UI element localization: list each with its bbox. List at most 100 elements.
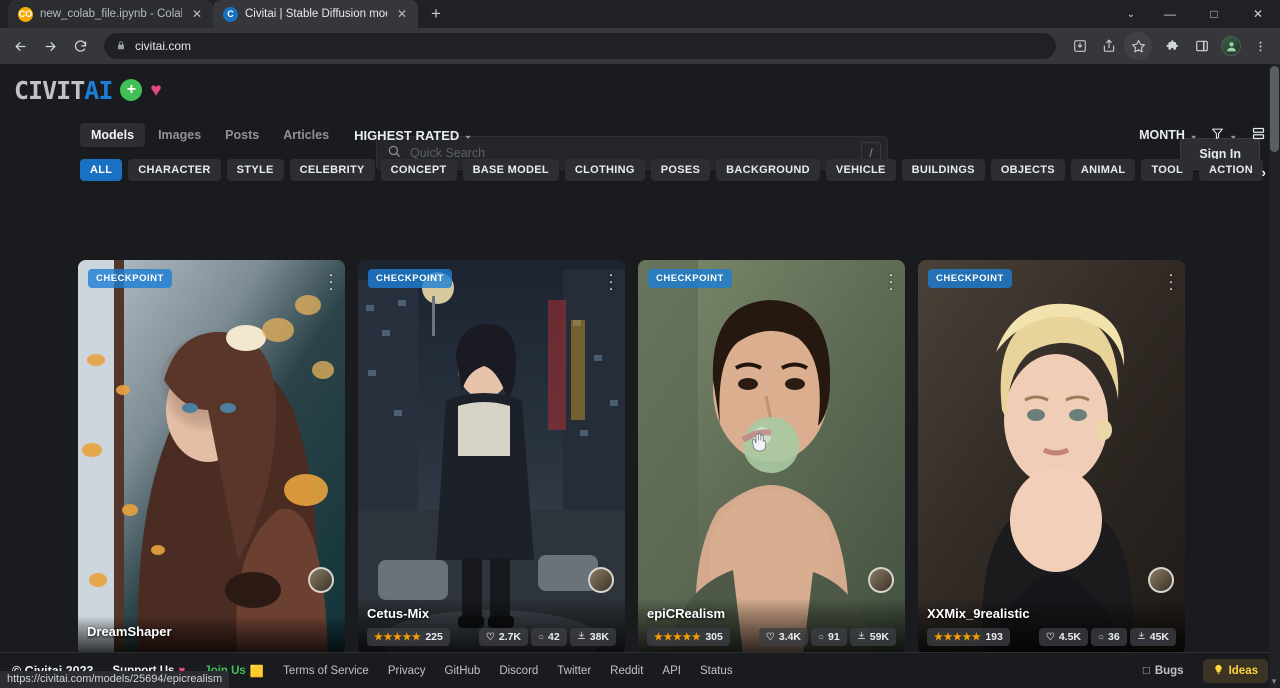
minimize-icon[interactable]: — — [1148, 0, 1192, 28]
scrollbar-thumb[interactable] — [1270, 66, 1279, 152]
footer-link-privacy[interactable]: Privacy — [388, 665, 426, 677]
chevron-down-icon: ⌄ — [464, 130, 472, 141]
filter-dropdown[interactable]: ⌄ — [1211, 127, 1237, 143]
comment-icon: ○ — [538, 632, 544, 643]
side-panel-icon[interactable] — [1188, 32, 1216, 60]
civitai-logo[interactable]: CIVITAI + ♥ — [14, 76, 162, 105]
avatar[interactable] — [1148, 567, 1174, 593]
chrome-menu-icon[interactable] — [1246, 32, 1274, 60]
content-nav-row: Models Images Posts Articles HIGHEST RAT… — [0, 116, 1280, 154]
tag-concept[interactable]: CONCEPT — [381, 159, 457, 181]
bug-icon: □ — [1143, 665, 1150, 677]
avatar[interactable] — [868, 567, 894, 593]
toolbar-right-icons — [1066, 32, 1274, 60]
badge-icon: 🟨 — [250, 664, 264, 678]
card-menu-icon[interactable]: ··· — [888, 271, 894, 292]
create-plus-icon[interactable]: + — [120, 79, 142, 101]
model-card[interactable]: CHECKPOINT ··· DreamShaper — [78, 260, 345, 655]
bugs-button[interactable]: □ Bugs — [1143, 665, 1184, 677]
comments-pill: ○ 36 — [1091, 628, 1127, 646]
tag-background[interactable]: BACKGROUND — [716, 159, 820, 181]
footer-link-terms[interactable]: Terms of Service — [283, 665, 369, 677]
tag-tool[interactable]: TOOL — [1141, 159, 1193, 181]
card-menu-icon[interactable]: ··· — [328, 271, 334, 292]
heart-icon[interactable]: ♥ — [150, 81, 161, 100]
extensions-puzzle-icon[interactable] — [1159, 32, 1187, 60]
tab-articles[interactable]: Articles — [272, 123, 340, 147]
card-artwork — [918, 260, 1185, 655]
likes-pill: ♡ 2.7K — [479, 628, 528, 646]
model-card[interactable]: CHECKPOINT ··· XXMix_9realistic ★★★★★ 19… — [918, 260, 1185, 655]
bookmark-star-icon[interactable] — [1124, 32, 1152, 60]
star-rating-icon: ★★★★★ — [654, 632, 701, 643]
tab-title: Civitai | Stable Diffusion models, — [245, 8, 387, 20]
avatar[interactable] — [588, 567, 614, 593]
footer-link-api[interactable]: API — [662, 665, 681, 677]
chevron-down-icon[interactable]: ▼ — [1270, 677, 1278, 686]
address-bar[interactable]: civitai.com — [104, 33, 1056, 59]
forward-icon[interactable] — [36, 32, 64, 60]
downloads-pill: 45K — [1130, 628, 1176, 646]
rating-count: 305 — [705, 631, 723, 643]
category-tag-row: ALL CHARACTER STYLE CELEBRITY CONCEPT BA… — [0, 154, 1280, 188]
browser-tab-colab[interactable]: CO new_colab_file.ipynb - Colaboratory ✕ — [8, 0, 213, 28]
tag-vehicle[interactable]: VEHICLE — [826, 159, 896, 181]
back-icon[interactable] — [6, 32, 34, 60]
card-menu-icon[interactable]: ··· — [1168, 271, 1174, 292]
reload-icon[interactable] — [66, 32, 94, 60]
footer-link-status[interactable]: Status — [700, 665, 733, 677]
footer-link-github[interactable]: GitHub — [445, 665, 481, 677]
period-dropdown[interactable]: MONTH ⌄ — [1139, 128, 1197, 142]
bugs-label: Bugs — [1155, 665, 1184, 677]
tag-buildings[interactable]: BUILDINGS — [902, 159, 985, 181]
tags-next-arrow-icon[interactable]: › — [1262, 165, 1266, 180]
period-label: MONTH — [1139, 128, 1185, 142]
browser-tab-civitai[interactable]: C Civitai | Stable Diffusion models, ✕ — [213, 0, 418, 28]
tag-base-model[interactable]: BASE MODEL — [463, 159, 559, 181]
footer-link-reddit[interactable]: Reddit — [610, 665, 643, 677]
tag-style[interactable]: STYLE — [227, 159, 284, 181]
tag-animal[interactable]: ANIMAL — [1071, 159, 1136, 181]
sort-dropdown[interactable]: HIGHEST RATED ⌄ — [354, 128, 472, 143]
tag-celebrity[interactable]: CELEBRITY — [290, 159, 375, 181]
footer-link-twitter[interactable]: Twitter — [557, 665, 591, 677]
tag-objects[interactable]: OBJECTS — [991, 159, 1065, 181]
close-icon[interactable]: ✕ — [394, 6, 410, 22]
downloads-pill: 59K — [850, 628, 896, 646]
maximize-icon[interactable]: □ — [1192, 0, 1236, 28]
close-icon[interactable]: ✕ — [189, 6, 205, 22]
tab-models[interactable]: Models — [80, 123, 145, 147]
heart-icon: ♡ — [1046, 632, 1055, 643]
tag-poses[interactable]: POSES — [651, 159, 710, 181]
card-menu-icon[interactable]: ··· — [608, 271, 614, 292]
tag-clothing[interactable]: CLOTHING — [565, 159, 645, 181]
close-window-icon[interactable]: ✕ — [1236, 0, 1280, 28]
tab-posts[interactable]: Posts — [214, 123, 270, 147]
model-card[interactable]: CHECKPOINT ··· epiCRealism ★★★★★ 305 ♡ — [638, 260, 905, 655]
tag-character[interactable]: CHARACTER — [128, 159, 220, 181]
tag-action[interactable]: ACTION — [1199, 159, 1263, 181]
avatar[interactable] — [308, 567, 334, 593]
share-icon[interactable] — [1095, 32, 1123, 60]
tab-images[interactable]: Images — [147, 123, 212, 147]
tab-strip: CO new_colab_file.ipynb - Colaboratory ✕… — [0, 0, 1280, 28]
card-footer: Cetus-Mix ★★★★★ 225 ♡ 2.7K ○ — [358, 598, 625, 655]
card-artwork — [78, 260, 345, 655]
page-scrollbar[interactable]: ▼ — [1269, 64, 1280, 688]
lock-icon — [116, 40, 126, 53]
footer-link-discord[interactable]: Discord — [499, 665, 538, 677]
model-card[interactable]: CHECKPOINT ··· Cetus-Mix ★★★★★ 225 ♡ 2. — [358, 260, 625, 655]
status-bar-url: https://civitai.com/models/25694/epicrea… — [0, 671, 229, 688]
new-tab-button[interactable]: + — [422, 0, 450, 28]
view-layout-toggle[interactable] — [1251, 126, 1266, 144]
comment-icon: ○ — [1098, 632, 1104, 643]
chevron-down-icon[interactable]: ⌄ — [1114, 0, 1148, 28]
card-stats: ★★★★★ 305 ♡ 3.4K ○ 91 — [647, 628, 896, 646]
install-icon[interactable] — [1066, 32, 1094, 60]
browser-window: CO new_colab_file.ipynb - Colaboratory ✕… — [0, 0, 1280, 688]
card-stats: ★★★★★ 225 ♡ 2.7K ○ 42 — [367, 628, 616, 646]
downloads-count: 38K — [590, 631, 609, 643]
tag-all[interactable]: ALL — [80, 159, 122, 181]
ideas-button[interactable]: Ideas — [1203, 659, 1268, 683]
profile-avatar-icon[interactable] — [1221, 36, 1241, 56]
